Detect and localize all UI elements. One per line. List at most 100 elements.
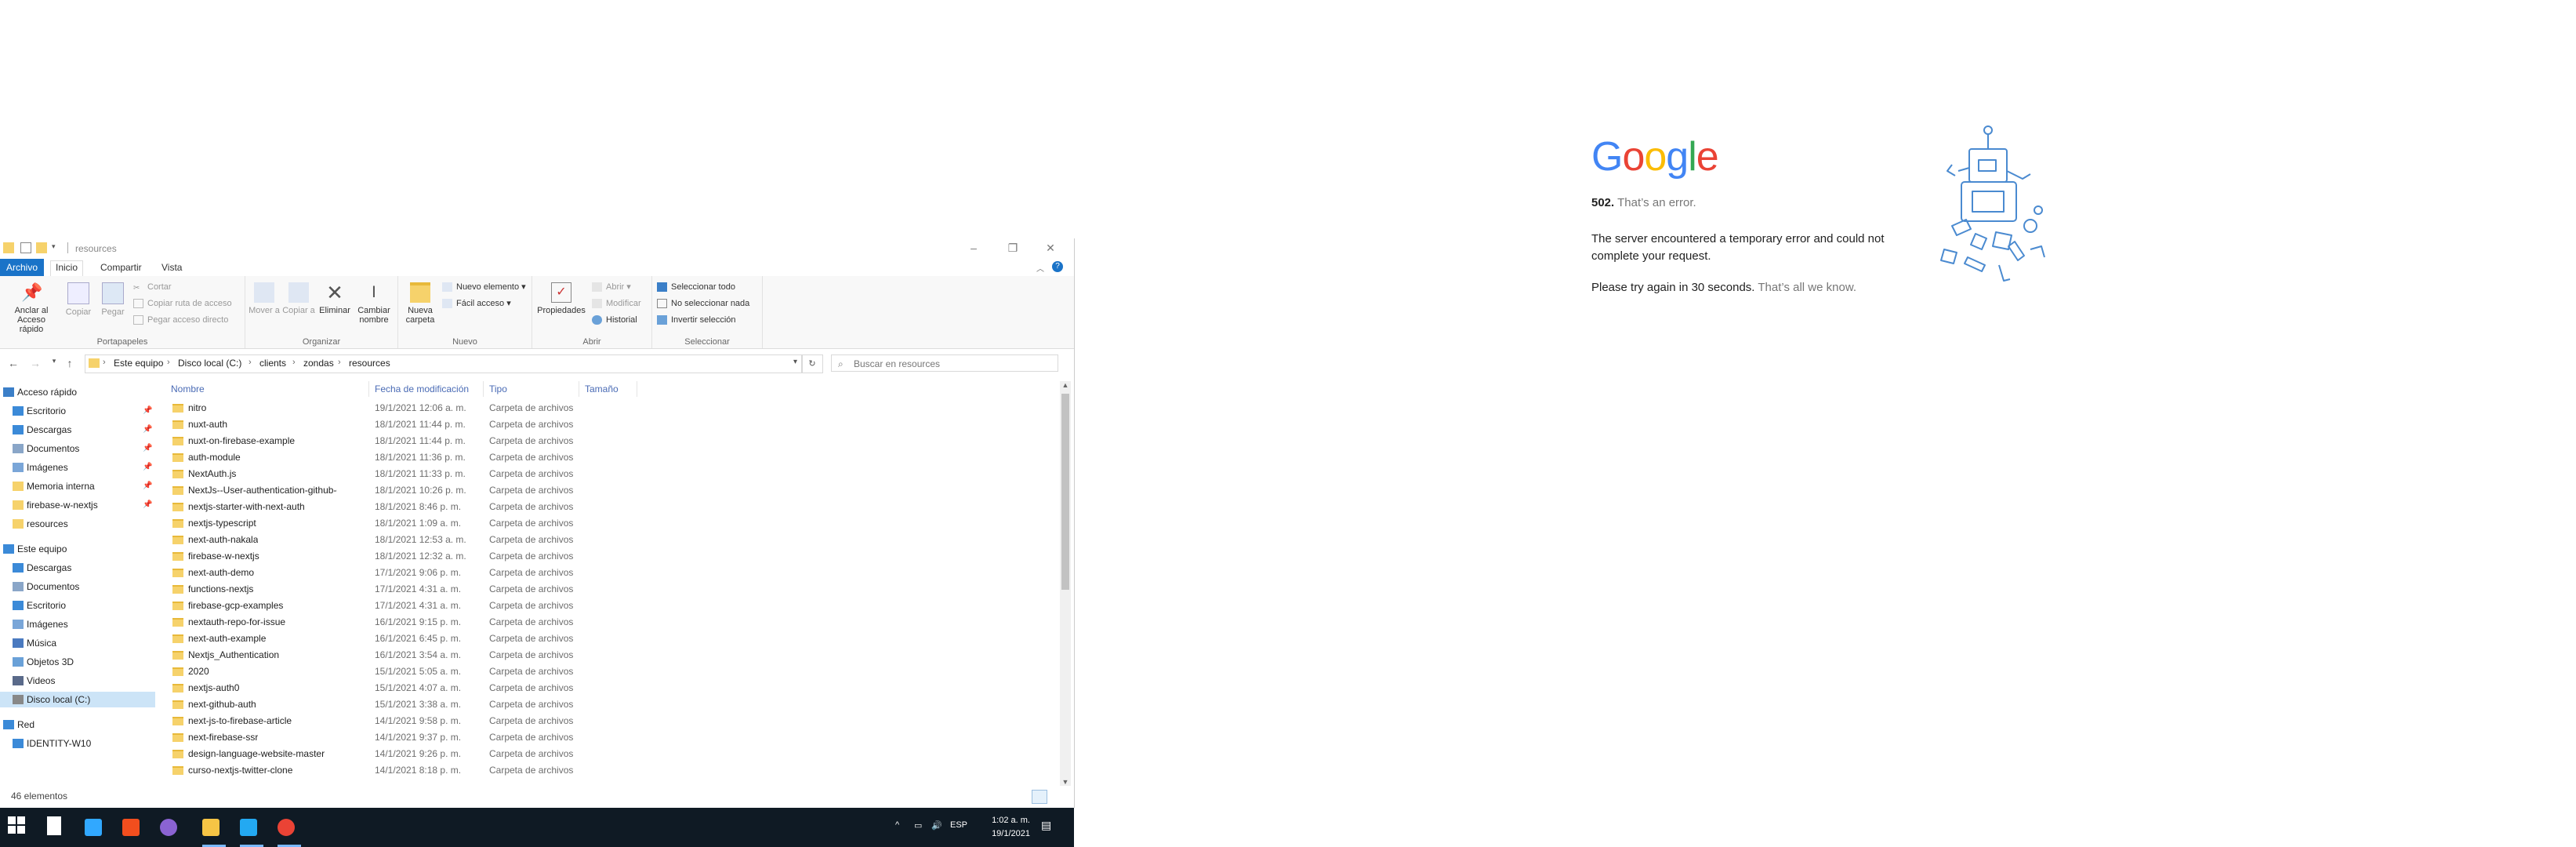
- file-row[interactable]: nitro 19/1/2021 12:06 a. m. Carpeta de arc…: [157, 400, 643, 416]
- invert-selection-button[interactable]: Invertir selección: [657, 314, 736, 326]
- column-header-date[interactable]: Fecha de modificación: [375, 383, 469, 395]
- up-button[interactable]: ↑: [63, 357, 77, 369]
- column-header-size[interactable]: Tamaño: [585, 383, 619, 395]
- select-all-button[interactable]: Seleccionar todo: [657, 281, 735, 293]
- nav-item[interactable]: Red: [0, 717, 155, 732]
- file-row[interactable]: nuxt-auth 18/1/2021 11:44 p. m. Carpeta de…: [157, 416, 643, 433]
- paste-button[interactable]: Pegar: [97, 282, 129, 317]
- file-row[interactable]: auth-module 18/1/2021 11:36 p. m. Carpeta …: [157, 449, 643, 466]
- figma-icon[interactable]: [122, 819, 140, 836]
- file-row[interactable]: next-js-to-firebase-article 14/1/2021 9:5…: [157, 713, 643, 729]
- chrome-icon[interactable]: [278, 819, 295, 836]
- scroll-down-icon[interactable]: ▼: [1060, 778, 1071, 786]
- file-row[interactable]: nextjs-typescript 18/1/2021 1:09 a. m. Car…: [157, 515, 643, 532]
- minimize-button[interactable]: –: [966, 242, 981, 254]
- file-row[interactable]: nextjs-starter-with-next-auth 18/1/2021 8…: [157, 499, 643, 515]
- nav-item[interactable]: Descargas 📌: [0, 422, 155, 438]
- file-row[interactable]: firebase-gcp-examples 17/1/2021 4:31 a. m…: [157, 598, 643, 614]
- vertical-scrollbar[interactable]: ▲ ▼: [1060, 381, 1071, 786]
- search-icon[interactable]: [45, 816, 67, 838]
- notifications-icon[interactable]: ▤: [1041, 819, 1051, 832]
- breadcrumb-este-equipo[interactable]: Este equipo: [114, 358, 163, 369]
- properties-button[interactable]: ✓ Propiedades: [535, 282, 587, 315]
- collapse-ribbon-icon[interactable]: ︿: [1036, 262, 1044, 274]
- file-row[interactable]: design-language-website-master 14/1/2021 …: [157, 746, 643, 762]
- maximize-button[interactable]: ❐: [1005, 242, 1021, 254]
- file-row[interactable]: nextjs-auth0 15/1/2021 4:07 a. m. Carpeta …: [157, 680, 643, 696]
- refresh-button[interactable]: ↻: [801, 354, 823, 373]
- nav-item[interactable]: Documentos 📌: [0, 441, 155, 456]
- forward-button[interactable]: →: [28, 357, 42, 369]
- tab-inicio[interactable]: Inicio: [50, 260, 84, 277]
- language-indicator[interactable]: ESP: [950, 820, 967, 830]
- clock[interactable]: 1:02 a. m. 19/1/2021: [992, 814, 1030, 841]
- nav-item[interactable]: Escritorio 📌: [0, 403, 155, 419]
- nav-item[interactable]: IDENTITY-W10: [0, 736, 155, 751]
- file-row[interactable]: curso-nextjs-twitter-clone 14/1/2021 8:18…: [157, 762, 643, 779]
- tab-archivo[interactable]: Archivo: [0, 259, 45, 276]
- address-dropdown-icon[interactable]: ▾: [793, 358, 797, 366]
- pin-quick-access-button[interactable]: 📌 Anclar al Acceso rápido: [5, 282, 58, 334]
- volume-icon[interactable]: 🔊: [931, 820, 942, 831]
- help-icon[interactable]: ?: [1052, 261, 1063, 272]
- show-hidden-icons-icon[interactable]: ^: [895, 820, 899, 830]
- back-button[interactable]: ←: [6, 357, 20, 369]
- nav-item[interactable]: Acceso rápido: [0, 384, 155, 400]
- new-folder-button[interactable]: Nueva carpeta: [401, 282, 439, 325]
- windows-start-icon[interactable]: [8, 816, 30, 838]
- move-to-button[interactable]: Mover a: [247, 282, 281, 315]
- scrollbar-thumb[interactable]: [1061, 394, 1069, 590]
- properties-quick-icon[interactable]: [20, 242, 31, 253]
- nav-item[interactable]: Imágenes: [0, 616, 155, 632]
- paste-shortcut-button[interactable]: Pegar acceso directo: [133, 314, 228, 326]
- scroll-up-icon[interactable]: ▲: [1060, 381, 1071, 389]
- cut-button[interactable]: ✂ Cortar: [133, 281, 172, 293]
- file-row[interactable]: next-auth-example 16/1/2021 6:45 p. m. Car…: [157, 631, 643, 647]
- breadcrumb-resources[interactable]: resources: [349, 358, 390, 369]
- copy-path-button[interactable]: Copiar ruta de acceso: [133, 297, 232, 310]
- vscode-icon[interactable]: [240, 819, 257, 836]
- breadcrumb-disco-local[interactable]: Disco local (C:): [178, 358, 241, 369]
- photoshop-icon[interactable]: [85, 819, 102, 836]
- nav-item[interactable]: Videos: [0, 673, 155, 689]
- nav-item[interactable]: Objetos 3D: [0, 654, 155, 670]
- file-row[interactable]: functions-nextjs 17/1/2021 4:31 a. m. Carp…: [157, 581, 643, 598]
- nav-item[interactable]: Disco local (C:): [0, 692, 155, 707]
- breadcrumb-zondas[interactable]: zondas: [303, 358, 334, 369]
- search-input[interactable]: ⌕ Buscar en resources: [831, 354, 1058, 372]
- file-row[interactable]: 2020 15/1/2021 5:05 a. m. Carpeta de archi…: [157, 663, 643, 680]
- file-row[interactable]: nuxt-on-firebase-example 18/1/2021 11:44 …: [157, 433, 643, 449]
- tab-vista[interactable]: Vista: [157, 261, 187, 274]
- breadcrumb-clients[interactable]: clients: [259, 358, 286, 369]
- large-icons-view-button[interactable]: [1050, 790, 1066, 804]
- file-row[interactable]: next-auth-nakala 18/1/2021 12:53 a. m. Car…: [157, 532, 643, 548]
- address-bar[interactable]: › Este equipo › Disco local (C:) › clien…: [85, 354, 803, 373]
- tab-compartir[interactable]: Compartir: [96, 261, 147, 274]
- nav-item[interactable]: Música: [0, 635, 155, 651]
- column-divider[interactable]: [368, 381, 369, 397]
- nav-item[interactable]: Imágenes 📌: [0, 460, 155, 475]
- file-explorer-icon[interactable]: [202, 819, 220, 836]
- file-row[interactable]: NextJs--User-authentication-github-goo..…: [157, 482, 643, 499]
- nav-item[interactable]: resources: [0, 516, 155, 532]
- file-row[interactable]: nextauth-repo-for-issue 16/1/2021 9:15 p.…: [157, 614, 643, 631]
- file-row[interactable]: Nextjs_Authentication 16/1/2021 3:54 a. m…: [157, 647, 643, 663]
- nav-item[interactable]: Memoria interna 📌: [0, 478, 155, 494]
- easy-access-button[interactable]: Fácil acceso ▾: [442, 297, 511, 310]
- details-view-button[interactable]: [1032, 790, 1047, 804]
- history-button[interactable]: Historial: [592, 314, 637, 326]
- file-row[interactable]: firebase-w-nextjs 18/1/2021 12:32 a. m. Ca…: [157, 548, 643, 565]
- nav-item[interactable]: Documentos: [0, 579, 155, 594]
- quick-access-dropdown-icon[interactable]: ▾: [52, 242, 63, 253]
- file-row[interactable]: next-github-auth 15/1/2021 3:38 a. m. Carp…: [157, 696, 643, 713]
- copy-button[interactable]: Copiar: [63, 282, 94, 317]
- rename-button[interactable]: Ⅰ Cambiar nombre: [354, 282, 394, 325]
- nav-item[interactable]: Descargas: [0, 560, 155, 576]
- open-button[interactable]: Abrir ▾: [592, 281, 631, 293]
- column-header-name[interactable]: Nombre: [171, 383, 205, 395]
- edit-button[interactable]: Modificar: [592, 297, 641, 310]
- close-button[interactable]: ✕: [1043, 242, 1058, 254]
- new-folder-quick-icon[interactable]: [36, 242, 47, 253]
- file-row[interactable]: next-firebase-ssr 14/1/2021 9:37 p. m. Car…: [157, 729, 643, 746]
- new-item-button[interactable]: Nuevo elemento ▾: [442, 281, 526, 293]
